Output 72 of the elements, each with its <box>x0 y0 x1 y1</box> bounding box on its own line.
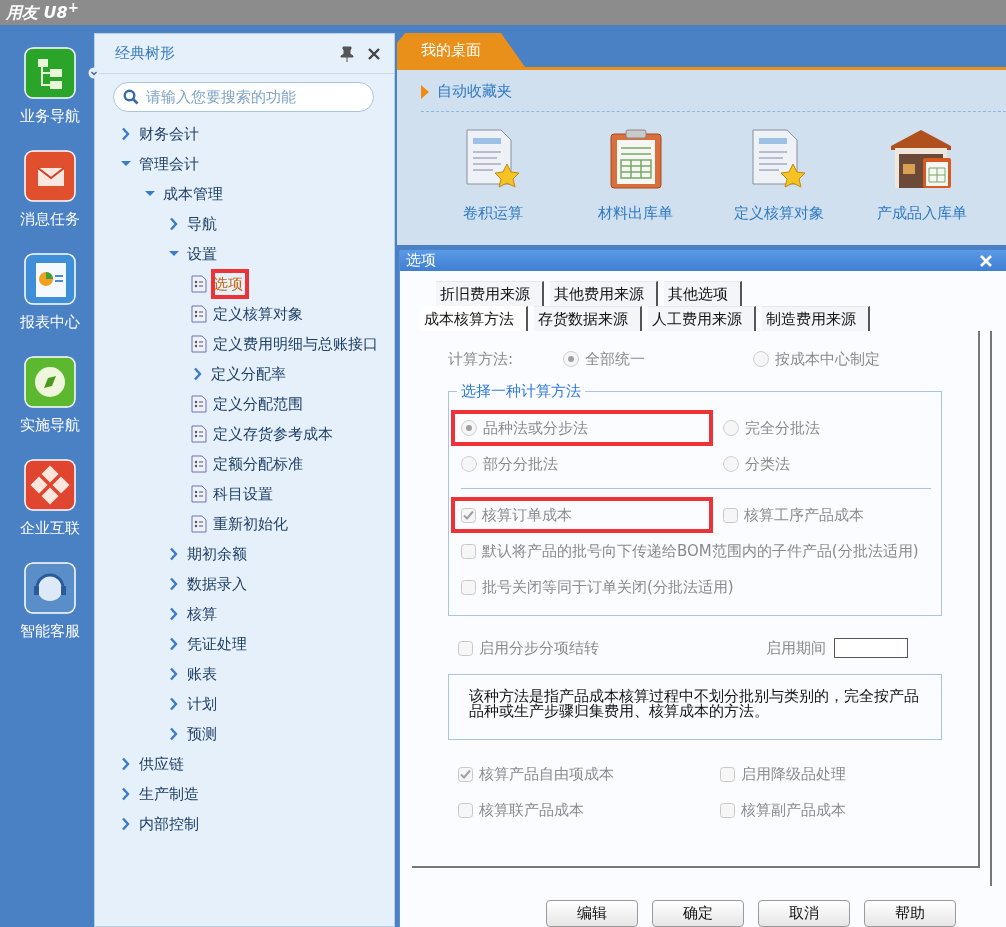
group-legend: 选择一种计算方法 <box>457 382 585 401</box>
document-list-icon <box>191 485 207 503</box>
nav-rail-item[interactable]: 智能客服 <box>20 562 80 641</box>
tree-item[interactable]: 成本管理 <box>161 179 229 209</box>
compass-icon <box>24 356 76 408</box>
envelope-icon <box>24 150 76 202</box>
field-label: 计算方法: <box>448 349 515 369</box>
tree-item[interactable]: 定义存货参考成本 <box>211 419 339 449</box>
nav-rail-label: 实施导航 <box>20 416 80 435</box>
tree-item[interactable]: 定义分配范围 <box>211 389 309 419</box>
section-title: 自动收藏夹 <box>437 82 512 101</box>
shortcut[interactable]: 定义核算对象 <box>707 128 850 223</box>
tree-item[interactable]: 计划 <box>185 689 223 719</box>
tree-item[interactable]: 凭证处理 <box>185 629 253 659</box>
nav-rail-label: 企业互联 <box>20 519 80 538</box>
tree-item[interactable]: 管理会计 <box>137 149 205 179</box>
pin-icon[interactable] <box>340 45 354 62</box>
panel-title: 经典树形 <box>115 44 176 63</box>
pie-chart-icon <box>24 253 76 305</box>
close-icon[interactable] <box>368 47 380 60</box>
tree-item[interactable]: 财务会计 <box>137 119 205 149</box>
tree-item[interactable]: 定义核算对象 <box>211 299 309 329</box>
tree-item[interactable]: 生产制造 <box>137 779 205 809</box>
dialog-title: 选项 <box>406 251 436 270</box>
description-text: 该种方法是指产品成本核算过程中不划分批别与类别的，完全按产品品种或生产步骤归集费用、核算成本的方法。 <box>448 674 942 740</box>
document-list-icon <box>191 335 207 353</box>
nav-rail-label: 消息任务 <box>20 210 80 229</box>
nav-rail-label: 报表中心 <box>20 313 80 332</box>
document-list-icon <box>191 425 207 443</box>
tree-item[interactable]: 预测 <box>185 719 223 749</box>
triangle-icon <box>421 84 429 99</box>
headset-icon <box>24 562 76 614</box>
clipboard-icon <box>608 128 663 190</box>
folder-tree-icon <box>24 47 76 99</box>
nav-rail-label: 业务导航 <box>20 107 80 126</box>
shortcut-label: 材料出库单 <box>598 204 673 223</box>
tree-item[interactable]: 定义费用明细与总账接口 <box>211 329 384 359</box>
tree-item[interactable]: 设置 <box>185 239 223 269</box>
tree-item[interactable]: 内部控制 <box>137 809 205 839</box>
tree-item[interactable]: 供应链 <box>137 749 190 779</box>
nav-rail-item[interactable]: 报表中心 <box>20 253 80 332</box>
tree-item[interactable]: 数据录入 <box>185 569 253 599</box>
tree-item[interactable]: 账表 <box>185 659 223 689</box>
document-star-icon <box>464 128 521 190</box>
document-list-icon <box>191 275 207 293</box>
document-list-icon <box>191 305 207 323</box>
tree-item[interactable]: 导航 <box>185 209 223 239</box>
nav-rail-item[interactable]: 消息任务 <box>20 150 80 229</box>
document-star-icon <box>750 128 807 190</box>
tree-item[interactable]: 核算 <box>185 599 223 629</box>
field-label: 启用期间 <box>766 638 826 658</box>
document-list-icon <box>191 395 207 413</box>
search-icon <box>123 89 139 105</box>
nav-rail-item[interactable]: 企业互联 <box>20 459 80 538</box>
tree-item[interactable]: 定额分配标准 <box>211 449 309 479</box>
period-field[interactable] <box>834 638 908 658</box>
tree-item[interactable]: 期初余额 <box>185 539 253 569</box>
nav-rail-label: 智能客服 <box>20 622 80 641</box>
shortcut[interactable]: 卷积运算 <box>421 128 564 223</box>
shortcut-label: 卷积运算 <box>462 204 523 223</box>
app-logo: 用友 U8$^{+}$ <box>6 0 79 25</box>
document-list-icon <box>191 515 207 533</box>
diamonds-icon <box>24 459 76 511</box>
tree-item[interactable]: 科目设置 <box>211 479 279 509</box>
tree-item[interactable]: 重新初始化 <box>211 509 294 539</box>
search-field[interactable]: 请输入您要搜索的功能 <box>113 82 374 112</box>
tree-item[interactable]: 定义分配率 <box>209 359 292 389</box>
document-list-icon <box>191 455 207 473</box>
nav-rail-item[interactable]: 实施导航 <box>20 356 80 435</box>
shortcut-label: 定义核算对象 <box>733 204 824 223</box>
nav-rail-item[interactable]: 业务导航 <box>20 47 80 126</box>
shortcut-label: 产成品入库单 <box>876 204 967 223</box>
